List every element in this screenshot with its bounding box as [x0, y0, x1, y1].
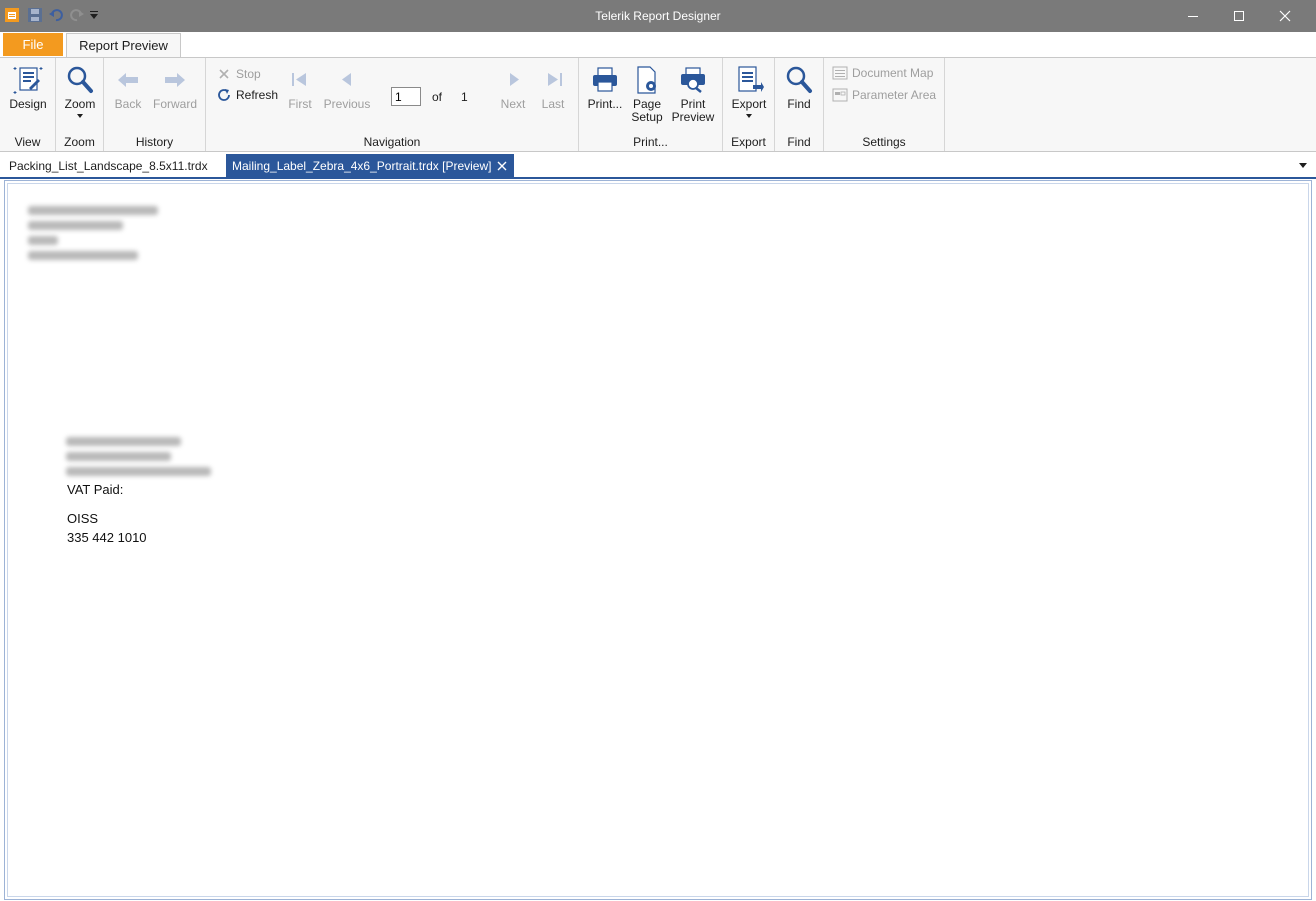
tab-report-preview[interactable]: Report Preview [66, 33, 181, 59]
printer-icon [593, 67, 617, 92]
document-tab-label: Packing_List_Landscape_8.5x11.trdx [9, 159, 208, 173]
vat-paid-label: VAT Paid: [67, 482, 124, 497]
print-group-label: Print... [633, 135, 668, 149]
report-page: VAT Paid: OISS 335 442 1010 [7, 183, 1309, 897]
print-preview-icon [681, 67, 705, 93]
company-name: OISS [67, 511, 99, 526]
stop-label: Stop [236, 67, 261, 81]
forward-label: Forward [152, 97, 197, 111]
print-preview-label-2: Preview [671, 110, 715, 124]
ribbon-group-view: Design View [0, 58, 56, 151]
export-icon [738, 66, 764, 92]
previous-page-icon [342, 73, 351, 86]
design-label: Design [9, 97, 47, 111]
back-label: Back [114, 97, 142, 111]
parameter-area-button[interactable]: Parameter Area [832, 87, 936, 103]
ribbon-group-settings: Document Map Parameter Area Settings [824, 58, 945, 151]
find-button[interactable]: Find [781, 64, 817, 111]
close-tab-icon[interactable] [497, 154, 507, 179]
ribbon-group-export: Export Export [723, 58, 775, 151]
print-label: Print... [587, 97, 623, 111]
last-page-button[interactable]: Last [538, 64, 568, 111]
total-pages: 1 [461, 90, 468, 104]
document-tab-mailing-label[interactable]: Mailing_Label_Zebra_4x6_Portrait.trdx [P… [226, 154, 514, 178]
minimize-icon [1188, 16, 1198, 17]
document-map-label: Document Map [852, 66, 934, 80]
print-button[interactable]: Print... [585, 64, 625, 111]
redacted-sender-address [28, 206, 168, 266]
zoom-group-label: Zoom [64, 135, 95, 149]
current-page-input[interactable] [391, 87, 421, 106]
tab-overflow-dropdown-icon[interactable] [1298, 159, 1308, 171]
export-group-label: Export [731, 135, 766, 149]
page-setup-icon [637, 66, 656, 94]
next-label: Next [500, 97, 526, 111]
first-page-button[interactable]: First [284, 64, 316, 111]
print-preview-button[interactable]: Print Preview [671, 64, 715, 124]
maximize-button[interactable] [1216, 0, 1262, 32]
find-group-label: Find [787, 135, 811, 149]
first-label: First [288, 97, 312, 111]
document-map-icon [832, 66, 848, 80]
document-tabs: Packing_List_Landscape_8.5x11.trdx Maili… [0, 153, 1316, 179]
zoom-label: Zoom [64, 97, 96, 111]
previous-label: Previous [323, 97, 371, 111]
minimize-button[interactable] [1170, 0, 1216, 32]
ribbon-group-find: Find Find [775, 58, 824, 151]
zoom-dropdown-icon [77, 114, 83, 118]
refresh-label: Refresh [236, 88, 279, 102]
find-label: Find [787, 97, 811, 111]
company-phone: 335 442 1010 [67, 530, 147, 545]
stop-icon [219, 69, 229, 79]
document-tab-packing-list[interactable]: Packing_List_Landscape_8.5x11.trdx [1, 154, 225, 178]
last-page-icon [548, 73, 562, 86]
page-setup-button[interactable]: Page Setup [629, 64, 665, 124]
parameter-area-label: Parameter Area [852, 88, 937, 102]
view-group-label: View [14, 135, 41, 149]
file-menu-tab[interactable]: File [3, 33, 63, 56]
window-title: Telerik Report Designer [595, 9, 721, 23]
report-preview-area[interactable]: VAT Paid: OISS 335 442 1010 [4, 180, 1312, 900]
zoom-button[interactable]: Zoom [60, 64, 100, 119]
title-bar: Telerik Report Designer [0, 0, 1316, 32]
document-tab-label: Mailing_Label_Zebra_4x6_Portrait.trdx [P… [232, 159, 492, 173]
ribbon: Design View Zoom Zoom Back Forward Histo… [0, 57, 1316, 152]
back-button[interactable]: Back [112, 64, 144, 111]
app-window: Telerik Report Designer File Report Prev… [0, 0, 1316, 901]
page-of-label: of [432, 90, 443, 104]
page-setup-label-2: Setup [631, 110, 663, 124]
ribbon-group-history: Back Forward History [104, 58, 206, 151]
redacted-recipient-address [66, 437, 216, 482]
refresh-icon [218, 89, 230, 101]
find-icon [786, 66, 812, 93]
close-icon [1279, 10, 1291, 22]
ribbon-group-print: Print... Page Setup Print Preview Print.… [579, 58, 723, 151]
forward-arrow-icon [165, 73, 185, 87]
last-label: Last [541, 97, 565, 111]
zoom-icon [67, 66, 93, 93]
back-arrow-icon [118, 73, 138, 87]
export-dropdown-icon [746, 114, 752, 118]
export-button[interactable]: Export [729, 64, 769, 119]
stop-button[interactable]: Stop [216, 66, 261, 82]
forward-button[interactable]: Forward [152, 64, 198, 111]
next-page-icon [510, 73, 519, 86]
history-group-label: History [135, 135, 174, 149]
close-button[interactable] [1262, 0, 1308, 32]
design-icon [13, 67, 43, 94]
ribbon-tabs: File Report Preview [0, 32, 1316, 59]
first-page-icon [292, 73, 306, 86]
parameter-area-icon [832, 88, 848, 102]
maximize-icon [1234, 11, 1244, 21]
document-map-button[interactable]: Document Map [832, 65, 933, 81]
previous-page-button[interactable]: Previous [322, 64, 372, 111]
design-button[interactable]: Design [6, 64, 50, 111]
navigation-group-label: Navigation [363, 135, 421, 149]
next-page-button[interactable]: Next [498, 64, 528, 111]
ribbon-group-zoom: Zoom Zoom [56, 58, 104, 151]
export-label: Export [731, 97, 767, 111]
settings-group-label: Settings [862, 135, 906, 149]
refresh-button[interactable]: Refresh [216, 87, 278, 103]
